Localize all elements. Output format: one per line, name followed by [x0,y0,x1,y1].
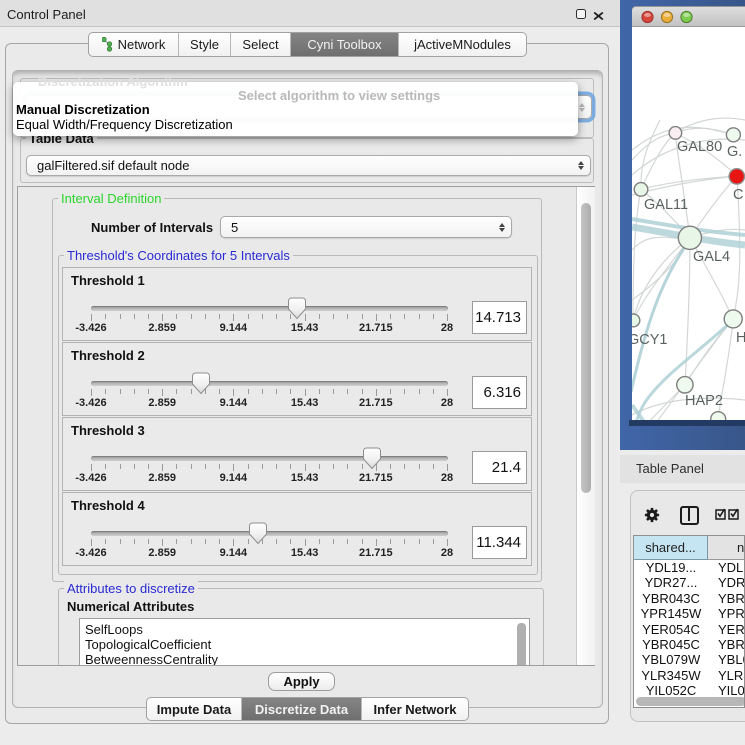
svg-text:GAL80: GAL80 [677,139,722,155]
svg-text:C: C [733,187,743,203]
svg-text:G.: G. [727,144,742,160]
svg-text:GAL11: GAL11 [644,197,688,213]
svg-text:GCY1: GCY1 [632,332,668,348]
svg-text:HAP2: HAP2 [685,393,723,409]
svg-text:H: H [736,330,745,346]
svg-text:GAL4: GAL4 [693,249,730,265]
